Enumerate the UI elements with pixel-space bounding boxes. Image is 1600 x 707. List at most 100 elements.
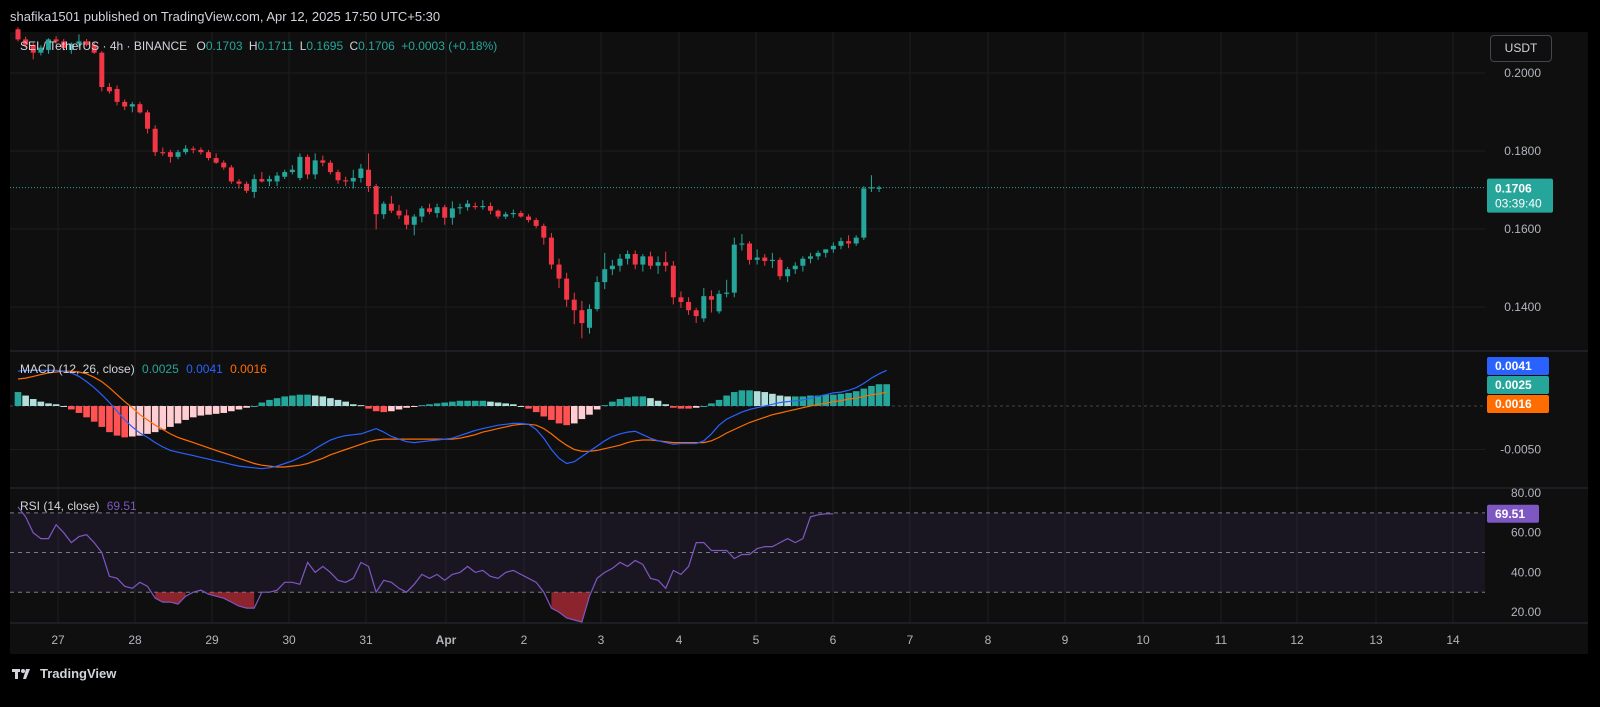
macd-histogram-bar [753,391,761,406]
macd-histogram-bar [578,406,586,420]
symbol-legend: SEI / TetherUS · 4h · BINANCE O0.1703 H0… [20,39,497,53]
candle-body [731,244,737,293]
macd-histogram-bar [319,396,327,406]
macd-histogram-bar [509,404,517,406]
macd-badge-text: 0.0025 [1495,378,1532,392]
macd-histogram-bar [22,395,29,406]
candle-body [419,208,425,217]
macd-histogram-bar [258,402,266,406]
candle-body [526,216,532,221]
candle-body [198,149,204,153]
macd-histogram-bar [151,406,159,433]
candle-body [282,172,288,177]
macd-histogram-bar [205,406,212,415]
currency-button[interactable]: USDT [1490,35,1552,62]
candle-body [487,206,493,211]
candle-body [838,241,844,246]
brand[interactable]: TradingView [12,666,116,681]
price-pane[interactable] [10,27,1485,339]
candle-body [373,186,379,215]
candle-body [579,310,585,324]
last-price-value: 0.1706 [1495,182,1532,196]
time-axis-label: 7 [907,633,914,647]
time-axis-label: 28 [128,633,142,647]
high-label: H [248,39,258,53]
macd-histogram-bar [471,400,479,406]
candle-body [647,256,653,266]
time-axis-label: 4 [676,633,683,647]
macd-histogram-bar [365,406,372,409]
macd-histogram-bar [403,406,410,408]
macd-histogram-bar [799,396,807,406]
time-axis-label: 8 [985,633,992,647]
rsi-legend: RSI (14, close) 69.51 [20,499,137,513]
macd-histogram-bar [555,406,563,424]
candle-body [663,262,669,266]
macd-histogram-bar [189,406,197,418]
candle-body [434,207,440,214]
candle-body [472,206,478,208]
rsi-badge-text: 69.51 [1495,507,1525,521]
candle-body [739,243,745,245]
macd-histogram-bar [525,406,532,409]
candle-body [327,162,333,173]
candle-body [343,180,349,182]
footer-bar [0,654,1600,707]
rsi-axis-label: 40.00 [1511,565,1541,579]
candle-body [99,52,105,88]
macd-histogram-bar [761,392,769,406]
candle-body [381,203,387,215]
macd-histogram-bar [738,390,746,406]
candle-body [366,169,372,187]
macd-histogram-bar [334,399,342,406]
macd-histogram-bar [449,401,456,406]
candle-body [114,88,120,102]
macd-histogram-bar [228,406,235,412]
macd-histogram-bar [616,399,624,406]
candle-body [411,216,417,225]
candle-body [426,208,432,212]
price-axis-label: 0.2000 [1504,66,1541,80]
time-axis-label: 9 [1062,633,1069,647]
candle-body [266,179,272,182]
macd-histogram-bar [685,406,692,409]
time-axis-label: 27 [51,633,65,647]
macd-hist-value: 0.0025 [142,362,179,376]
rsi-axis-label: 80.00 [1511,486,1541,500]
macd-histogram-bar [250,406,258,407]
symbol-title: SEI / TetherUS · 4h · BINANCE [20,39,188,53]
candle-body [548,237,554,265]
macd-histogram-bar [654,400,662,406]
macd-badge-text: 0.0041 [1495,359,1532,373]
macd-histogram-bar [692,406,700,408]
candle-body [236,181,242,184]
macd-histogram-bar [159,406,167,430]
candle-body [183,148,189,153]
macd-histogram-bar [624,397,631,406]
macd-histogram-bar [304,394,311,406]
rsi-pane[interactable] [10,506,1485,623]
macd-pane[interactable] [14,369,890,470]
macd-histogram-bar [327,398,334,406]
candle-body [670,265,676,298]
candle-body [289,169,295,173]
candle-body [480,206,486,208]
macd-histogram-bar [670,406,677,408]
chart-svg[interactable]: 27 28 29 30 31 Apr 2 3 4 5 6 7 8 9 10 11 12 13 14 0.2000 0.1… [0,0,1600,707]
time-axis-label: 31 [359,633,373,647]
macd-histogram-bar [182,406,189,420]
candle-body [594,282,600,310]
macd-histogram-bar [647,398,654,406]
open-value: 0.1703 [205,39,243,53]
macd-histogram-bar [289,395,296,406]
candle-body [106,87,112,92]
change-value: +0.0003 (+0.18%) [401,39,498,53]
candle-body [747,243,753,260]
candle-body [160,152,166,154]
candle-body [777,259,783,277]
candle-body [861,188,867,238]
candle-body [518,213,524,217]
time-axis-label: 13 [1369,633,1383,647]
macd-legend: MACD (12, 26, close) 0.0025 0.0041 0.001… [20,362,267,376]
candle-body [625,254,631,259]
